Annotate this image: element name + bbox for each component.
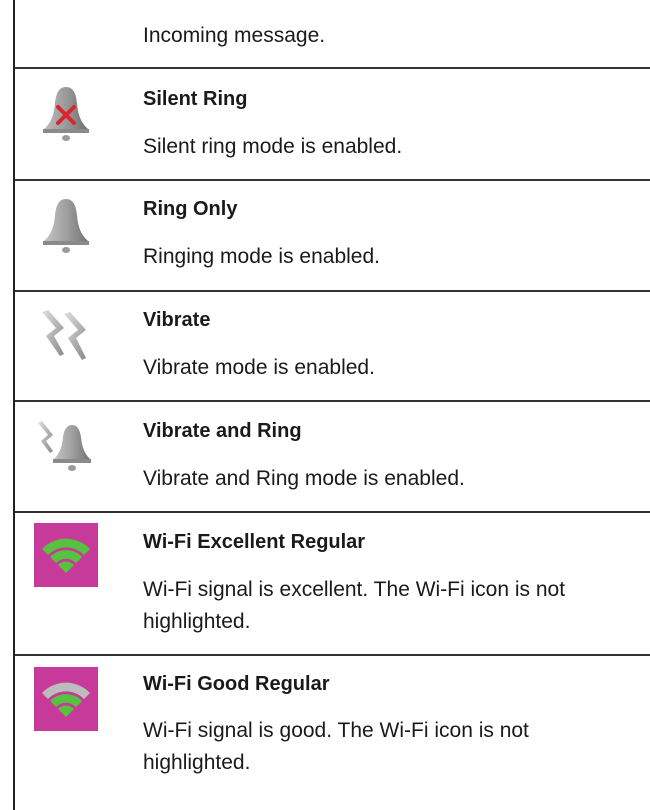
row-divider [15, 654, 650, 656]
bell-icon [43, 199, 89, 253]
row-title: Vibrate [143, 309, 211, 331]
wifi-excellent-icon [34, 523, 98, 587]
row-description: Vibrate mode is enabled. [143, 356, 375, 379]
row-description: Wi-Fi signal is excellent. The Wi-Fi ico… [143, 578, 566, 633]
wifi-good-icon [34, 667, 98, 731]
silent-bell-icon [43, 87, 89, 141]
row-description: Wi-Fi signal is good. The Wi-Fi icon is … [143, 719, 529, 774]
row-title: Ring Only [143, 198, 238, 220]
vibrate-icon [42, 310, 86, 360]
row-description: Silent ring mode is enabled. [143, 135, 403, 158]
row-divider [15, 179, 650, 181]
row-title: Wi-Fi Excellent Regular [143, 531, 366, 553]
row-divider [15, 290, 650, 292]
row-description: Incoming message. [143, 24, 326, 47]
row-divider [15, 511, 650, 513]
table-left-border [13, 0, 15, 810]
row-title: Silent Ring [143, 88, 248, 110]
row-description: Vibrate and Ring mode is enabled. [143, 467, 465, 490]
row-title: Vibrate and Ring [143, 420, 302, 442]
vibrate-ring-icon [38, 421, 91, 471]
row-divider [15, 67, 650, 69]
row-title: Wi-Fi Good Regular [143, 673, 330, 695]
row-divider [15, 400, 650, 402]
row-description: Ringing mode is enabled. [143, 245, 380, 268]
